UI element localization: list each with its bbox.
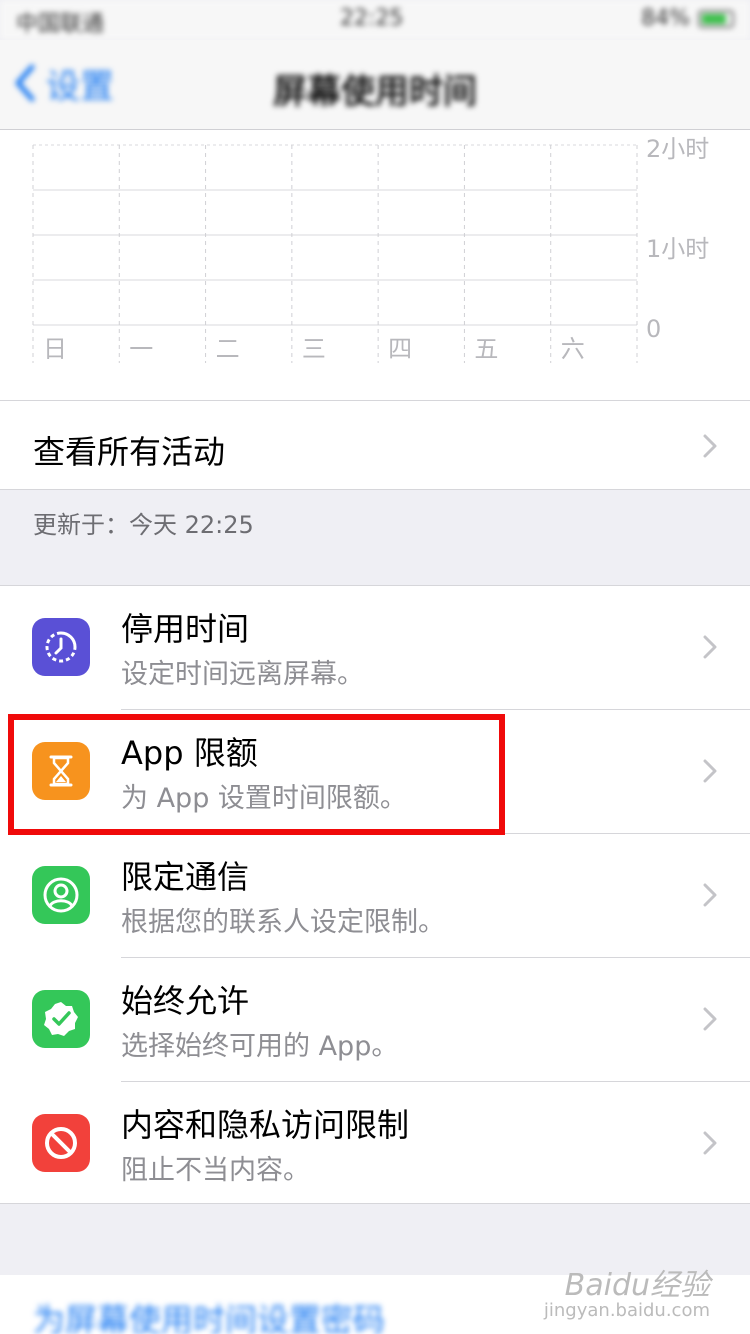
battery-percent: 84% [641,6,690,31]
downtime-subtitle: 设定时间远离屏幕。 [121,659,364,690]
content-privacy-title: 内容和隐私访问限制 [121,1106,410,1144]
row-downtime[interactable]: 停用时间 设定时间远离屏幕。 [0,586,750,710]
x-tick-label: 日 [43,335,67,363]
page-title: 屏幕使用时间 [273,72,477,112]
chevron-right-icon [703,883,717,907]
chevron-right-icon [703,434,717,458]
chevron-right-icon [703,1007,717,1031]
watermark-url: jingyan.baidu.com [543,1300,710,1321]
chevron-right-icon [703,1131,717,1155]
contact-icon [32,866,90,924]
checkmark-seal-icon [32,990,90,1048]
carrier-label: 中国联通 [16,12,105,37]
y-tick-label: 1小时 [646,235,709,263]
status-bar: 中国联通 22:25 84% [0,0,750,40]
x-tick-label: 四 [388,335,412,363]
downtime-title: 停用时间 [121,610,250,648]
row-always-allowed[interactable]: 始终允许 选择始终可用的 App。 [0,958,750,1082]
x-tick-label: 二 [216,335,240,363]
always-allowed-title: 始终允许 [121,982,250,1020]
set-passcode-link[interactable]: 为屏幕使用时间设置密码 [33,1295,385,1334]
chevron-right-icon [703,759,717,783]
y-tick-label: 0 [646,315,661,343]
updated-label: 更新于：今天 22:25 [33,511,254,539]
chevron-right-icon [703,635,717,659]
navigation-bar: 设置 屏幕使用时间 [0,40,750,130]
view-all-label: 查看所有活动 [33,433,226,471]
highlight-box [8,714,505,835]
content-privacy-subtitle: 阻止不当内容。 [121,1155,310,1186]
communication-limits-subtitle: 根据您的联系人设定限制。 [121,907,445,938]
row-content-privacy[interactable]: 内容和隐私访问限制 阻止不当内容。 [0,1082,750,1206]
y-tick-label: 2小时 [646,135,709,163]
x-tick-label: 六 [561,335,585,363]
communication-limits-title: 限定通信 [121,858,250,896]
settings-list: 停用时间 设定时间远离屏幕。 App 限额 为 App 设置时间限额。 限定通信… [0,585,750,1204]
view-all-activity-row[interactable]: 查看所有活动 [0,400,750,490]
status-time: 22:25 [340,6,404,31]
row-communication-limits[interactable]: 限定通信 根据您的联系人设定限制。 [0,834,750,958]
prohibited-icon [32,1114,90,1172]
usage-chart: 日 一 二 三 四 五 六 2小时 1小时 0 [0,130,750,400]
watermark-logo: Baidu经验 [564,1268,710,1303]
usage-chart-svg: 日 一 二 三 四 五 六 2小时 1小时 0 [32,135,709,363]
battery-icon [698,10,734,28]
x-tick-label: 五 [474,335,498,363]
downtime-icon [32,618,90,676]
x-tick-label: 三 [302,335,326,363]
always-allowed-subtitle: 选择始终可用的 App。 [121,1031,399,1062]
x-tick-label: 一 [129,335,153,363]
